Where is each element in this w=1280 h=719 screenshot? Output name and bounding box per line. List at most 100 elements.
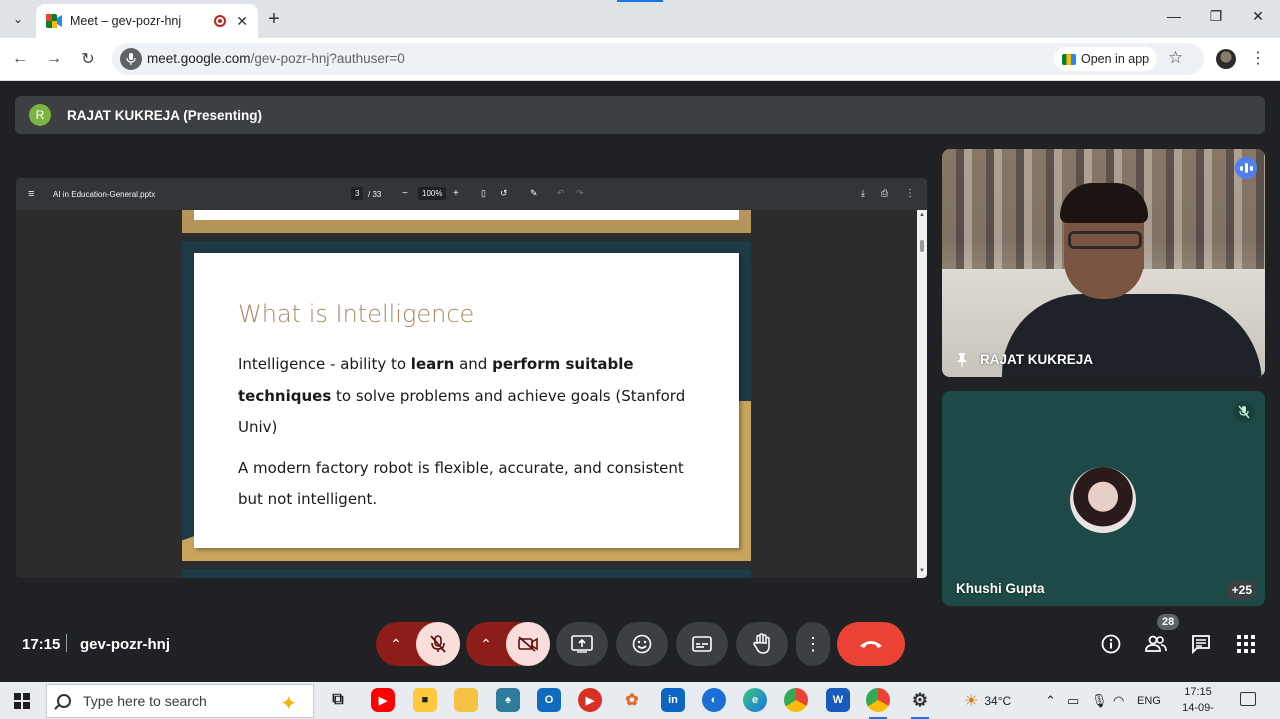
address-bar[interactable]: meet.google.com/gev-pozr-hnj?authuser=0 …: [112, 43, 1204, 75]
profile-avatar[interactable]: [1216, 49, 1236, 69]
reload-button[interactable]: ↻: [77, 48, 99, 70]
speaking-indicator-icon: [1235, 157, 1257, 179]
reactions-button[interactable]: [616, 622, 668, 666]
slide-card: What is Intelligence Intelligence - abil…: [194, 253, 739, 548]
people-icon[interactable]: [1145, 633, 1167, 655]
security-app-icon[interactable]: ◐: [702, 688, 726, 712]
meeting-code: gev-pozr-hnj: [80, 636, 170, 653]
language-indicator[interactable]: ENG: [1137, 682, 1161, 719]
system-clock[interactable]: 17:15 14-09-2025: [1170, 684, 1226, 719]
bookmark-star-icon[interactable]: ☆: [1168, 48, 1183, 68]
scroll-thumb[interactable]: [920, 240, 924, 252]
zoom-level[interactable]: 100%: [418, 187, 447, 200]
windows-start-icon[interactable]: [14, 693, 30, 709]
word-icon[interactable]: W: [826, 688, 850, 712]
linkedin-icon[interactable]: in: [661, 688, 685, 712]
previous-slide-edge: [182, 210, 751, 233]
activities-grid-icon[interactable]: [1235, 633, 1257, 655]
pdf-scrollbar[interactable]: ▲ ▼: [917, 210, 927, 578]
outlook-icon[interactable]: O: [537, 688, 561, 712]
open-in-app-button[interactable]: Open in app: [1054, 47, 1158, 71]
raise-hand-icon: [753, 633, 770, 654]
pdf-page-input[interactable]: 3: [351, 187, 364, 200]
search-icon: [57, 694, 71, 708]
chat-icon[interactable]: [1190, 633, 1212, 655]
fit-page-icon[interactable]: ▯: [481, 188, 486, 199]
chrome-icon[interactable]: [784, 688, 808, 712]
close-tab-icon[interactable]: ✕: [236, 13, 248, 30]
audio-options-chevron-icon[interactable]: ⌃: [376, 622, 416, 666]
open-in-app-label: Open in app: [1081, 52, 1150, 66]
battery-icon[interactable]: ▭: [1067, 682, 1079, 719]
scroll-up-icon[interactable]: ▲: [919, 212, 925, 218]
video-options-chevron-icon[interactable]: ⌃: [466, 622, 506, 666]
pdf-more-icon[interactable]: ⋮: [905, 188, 915, 199]
pdf-menu-icon[interactable]: ≡: [28, 188, 34, 200]
window-close-icon[interactable]: ✕: [1248, 8, 1268, 25]
participant-avatar-khushi: [1070, 467, 1136, 533]
next-slide-edge: [182, 569, 751, 578]
notification-icon[interactable]: [1240, 692, 1256, 706]
solitaire-icon[interactable]: ♠: [496, 688, 520, 712]
redo-icon[interactable]: ↷: [576, 188, 584, 199]
meeting-details-icon[interactable]: [1100, 633, 1122, 655]
undo-icon[interactable]: ↶: [557, 188, 565, 199]
camera-toggle-button[interactable]: [506, 622, 550, 666]
browser-menu-icon[interactable]: ⋮: [1250, 48, 1266, 68]
file-explorer-icon[interactable]: [454, 688, 478, 712]
media-player-icon[interactable]: ▶: [578, 688, 602, 712]
browser-tab-bar: ⌄ Meet – gev-pozr-hnj ✕ + — ❐ ✕: [0, 0, 1280, 38]
paint-icon[interactable]: ✿: [620, 688, 644, 712]
slide-paragraph-1: Intelligence - ability to learn and perf…: [238, 355, 686, 436]
people-count-badge: 28: [1157, 614, 1180, 630]
mic-site-info-icon[interactable]: [120, 48, 142, 70]
restore-icon[interactable]: ❐: [1206, 8, 1226, 25]
task-view-icon[interactable]: ⧉: [326, 688, 350, 712]
taskbar-search-placeholder: Type here to search: [83, 693, 207, 709]
captions-button[interactable]: [676, 622, 728, 666]
weather-widget[interactable]: ☀ 34°C: [964, 682, 1011, 719]
current-slide: What is Intelligence Intelligence - abil…: [182, 241, 751, 561]
new-tab-button[interactable]: +: [264, 8, 284, 30]
participant-tile-rajat[interactable]: RAJAT KUKREJA: [942, 149, 1265, 377]
participant-video-hair: [1060, 183, 1148, 223]
show-hidden-icons[interactable]: ⌃: [1045, 682, 1056, 719]
slide-body: Intelligence - ability to learn and perf…: [238, 349, 708, 525]
back-button[interactable]: ←: [9, 48, 31, 70]
weather-icon: ☀: [964, 692, 979, 710]
presenter-avatar: R: [29, 104, 51, 126]
taskbar-search-box[interactable]: Type here to search ✦: [46, 684, 314, 718]
system-time: 17:15: [1184, 686, 1212, 698]
meeting-clock: 17:15: [22, 636, 61, 653]
print-icon[interactable]: ⎙: [881, 188, 888, 199]
slide-title: What is Intelligence: [238, 300, 475, 328]
leave-call-button[interactable]: [837, 622, 905, 666]
edge-icon[interactable]: e: [743, 688, 767, 712]
present-screen-button[interactable]: [556, 622, 608, 666]
youtube-icon[interactable]: ▶: [371, 688, 395, 712]
microphone-tray-icon[interactable]: 🎙: [1091, 682, 1108, 719]
browser-tab-meet[interactable]: Meet – gev-pozr-hnj ✕: [36, 4, 258, 38]
annotate-icon[interactable]: ✎: [530, 188, 538, 199]
presentation-screen: ≡ AI in Education-General.pptx 3 / 33 − …: [16, 178, 927, 578]
tab-search-button[interactable]: ⌄: [6, 7, 30, 31]
rotate-icon[interactable]: ↺: [500, 188, 508, 199]
zoom-in-icon[interactable]: +: [453, 188, 459, 199]
scroll-down-icon[interactable]: ▼: [919, 568, 925, 574]
more-participants-badge[interactable]: +25: [1226, 580, 1257, 600]
wifi-icon[interactable]: ◠: [1113, 682, 1124, 719]
sticky-notes-icon[interactable]: ■: [413, 688, 437, 712]
settings-gear-icon[interactable]: ⚙: [908, 688, 932, 712]
pin-icon[interactable]: [956, 352, 968, 367]
raise-hand-button[interactable]: [736, 622, 788, 666]
minimize-icon[interactable]: —: [1164, 8, 1184, 24]
download-icon[interactable]: ⤓: [861, 188, 865, 199]
forward-button[interactable]: →: [43, 48, 65, 70]
mic-control-group: ⌃: [376, 622, 460, 666]
mic-toggle-button[interactable]: [416, 622, 460, 666]
more-options-button[interactable]: ⋮: [796, 622, 830, 666]
zoom-out-icon[interactable]: −: [402, 188, 408, 199]
participant-tile-khushi[interactable]: Khushi Gupta +25: [942, 391, 1265, 606]
chrome-active-icon[interactable]: [866, 688, 890, 712]
windows-taskbar: Type here to search ✦ ⧉ ▶ ■ ♠ O ▶ ✿ in ◐…: [0, 682, 1280, 719]
